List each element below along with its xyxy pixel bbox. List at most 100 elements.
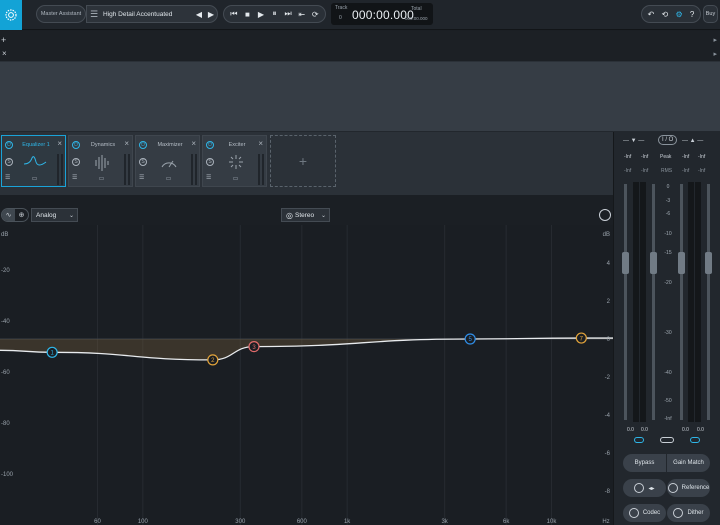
module-title: Equalizer 1 xyxy=(22,142,50,148)
eq-graph[interactable]: dB -20 -40 -60 -80 -100 dB 4 2 0 -2 -4 -6 -8 60 100 30… xyxy=(0,225,613,525)
power-icon[interactable]: ⏻ xyxy=(72,141,80,149)
input-fader-track[interactable] xyxy=(624,184,627,420)
freq-tick: 10k xyxy=(547,519,558,525)
close-icon[interactable]: × xyxy=(191,139,196,148)
curve-view-icon[interactable]: ∿ xyxy=(2,209,15,221)
power-icon[interactable]: ⏻ xyxy=(139,141,147,149)
list-icon[interactable]: ☰ xyxy=(139,174,144,181)
reference-button[interactable]: Reference xyxy=(667,479,710,497)
input-link-icon[interactable] xyxy=(634,437,644,443)
expand-right-icon[interactable]: ▸ xyxy=(713,36,717,44)
rewind-icon[interactable]: ⏮ xyxy=(227,9,241,19)
output-fader-knob[interactable] xyxy=(678,252,685,274)
input-fader-track-2[interactable] xyxy=(652,184,655,420)
right-db-unit: dB xyxy=(603,232,610,238)
output-link-icon[interactable] xyxy=(690,437,700,443)
output-peak-right: -Inf xyxy=(698,154,706,160)
gain-match-button[interactable]: Gain Match xyxy=(667,454,710,472)
menu-icon[interactable]: ☰ xyxy=(87,9,101,20)
close-icon[interactable]: × xyxy=(57,139,62,148)
meter-left xyxy=(124,154,126,185)
scale-tick: -20 xyxy=(664,280,672,286)
module-maximizer[interactable]: ⏻ Maximizer × S ☰ xyxy=(135,135,200,187)
history-icon[interactable]: ⟲ xyxy=(662,10,669,19)
io-link-icon[interactable] xyxy=(660,437,674,443)
stop-icon[interactable]: ■ xyxy=(241,10,255,19)
list-icon[interactable]: ☰ xyxy=(206,174,211,181)
eq-mode-value: Analog xyxy=(36,211,57,219)
help-icon[interactable]: ? xyxy=(690,10,694,19)
codec-label: Codec xyxy=(642,510,661,516)
loop-icon[interactable]: ⟳ xyxy=(308,10,322,19)
dither-button[interactable]: Dither xyxy=(667,504,710,522)
reference-power-icon xyxy=(667,483,678,493)
transport-controls: ⏮ ■ ▶ ⏸ ⏭ ⇤ ⟳ xyxy=(223,5,326,23)
preset-selector[interactable]: ☰ High Detail Accentuated ◀ ▶ xyxy=(86,5,218,23)
track-value: 0 xyxy=(339,15,342,21)
input-fader-knob[interactable] xyxy=(622,252,629,274)
waveform-area[interactable] xyxy=(0,62,720,132)
settings-icon[interactable]: ⚙ xyxy=(675,10,682,19)
close-icon[interactable]: × xyxy=(124,139,129,148)
power-icon[interactable]: ⏻ xyxy=(5,141,13,149)
module-footer-icon xyxy=(233,177,238,180)
module-exciter[interactable]: ⏻ Exciter × S ☰ xyxy=(202,135,267,187)
fast-forward-icon[interactable]: ⏭ xyxy=(281,9,295,19)
pause-icon[interactable]: ⏸ xyxy=(268,9,282,19)
scale-tick: -Inf xyxy=(664,416,672,422)
add-module-button[interactable]: + xyxy=(270,135,336,187)
eq-band-node[interactable]: 7 xyxy=(575,332,587,344)
solo-icon[interactable]: S xyxy=(139,158,147,166)
channel-dropdown[interactable]: ◎ Stereo ⌄ xyxy=(281,208,330,222)
undo-icon[interactable]: ↶ xyxy=(648,10,655,19)
close-icon[interactable]: × xyxy=(258,139,263,148)
globe-view-icon[interactable]: ⊕ xyxy=(15,209,28,221)
output-fader-track-2[interactable] xyxy=(707,184,710,420)
input-header: — ▼ — xyxy=(623,138,645,144)
bypass-button[interactable]: Bypass xyxy=(623,454,666,472)
eq-canvas[interactable]: dB-20-40-60-80-100 dB420-2-4-6-8 60 100 30… xyxy=(0,225,613,525)
output-fader-knob-2[interactable] xyxy=(705,252,712,274)
io-toggle[interactable]: I / O xyxy=(658,135,678,145)
add-track-icon[interactable]: + xyxy=(1,35,6,45)
master-assistant-button[interactable]: Master Assistant xyxy=(36,5,86,23)
left-db-tick: -60 xyxy=(1,370,10,376)
solo-icon[interactable]: S xyxy=(72,158,80,166)
remove-track-icon[interactable]: × xyxy=(2,49,7,58)
top-bar: Master Assistant ☰ High Detail Accentuat… xyxy=(0,0,720,30)
module-dynamics[interactable]: ⏻ Dynamics × S ☰ xyxy=(68,135,133,187)
return-to-start-icon[interactable]: ⇤ xyxy=(295,10,309,19)
eq-mode-dropdown[interactable]: Analog ⌄ xyxy=(31,208,78,222)
list-icon[interactable]: ☰ xyxy=(5,174,10,181)
eq-band-node[interactable]: 1 xyxy=(46,346,58,358)
previous-preset-icon[interactable]: ◀ xyxy=(193,10,205,19)
output-fader-track[interactable] xyxy=(680,184,683,420)
play-icon[interactable]: ▶ xyxy=(254,10,268,19)
module-equalizer[interactable]: ⏻ Equalizer 1 × S ☰ xyxy=(1,135,66,187)
eq-band-node[interactable]: 3 xyxy=(248,340,260,353)
eq-band-node[interactable]: 2 xyxy=(207,354,219,366)
scale-tick: -30 xyxy=(664,330,672,336)
total-value: 000:00.000 xyxy=(405,16,428,21)
codec-button[interactable]: Codec xyxy=(623,504,666,522)
buy-button[interactable]: Buy xyxy=(703,5,718,23)
module-footer-icon xyxy=(99,177,104,180)
channel-swap-button[interactable]: ◂▸ xyxy=(623,479,666,497)
chevron-down-icon: ⌄ xyxy=(68,212,74,219)
analyzer-toggle-icon[interactable] xyxy=(599,209,611,221)
freq-tick: 6k xyxy=(503,519,510,525)
expand-right-icon-2[interactable]: ▸ xyxy=(713,50,717,58)
power-icon[interactable]: ⏻ xyxy=(206,141,214,149)
eq-band-node[interactable]: 5 xyxy=(464,333,476,345)
preset-name: High Detail Accentuated xyxy=(103,10,173,18)
solo-icon[interactable]: S xyxy=(5,158,13,166)
solo-icon[interactable]: S xyxy=(206,158,214,166)
next-preset-icon[interactable]: ▶ xyxy=(205,10,217,19)
input-fader-knob-2[interactable] xyxy=(650,252,657,274)
stereo-rings-icon xyxy=(634,483,645,493)
app-logo-icon[interactable] xyxy=(0,0,22,30)
list-icon[interactable]: ☰ xyxy=(72,174,77,181)
meter-left xyxy=(258,154,260,185)
freq-tick: 100 xyxy=(138,519,149,525)
right-db-tick: -2 xyxy=(605,375,611,381)
